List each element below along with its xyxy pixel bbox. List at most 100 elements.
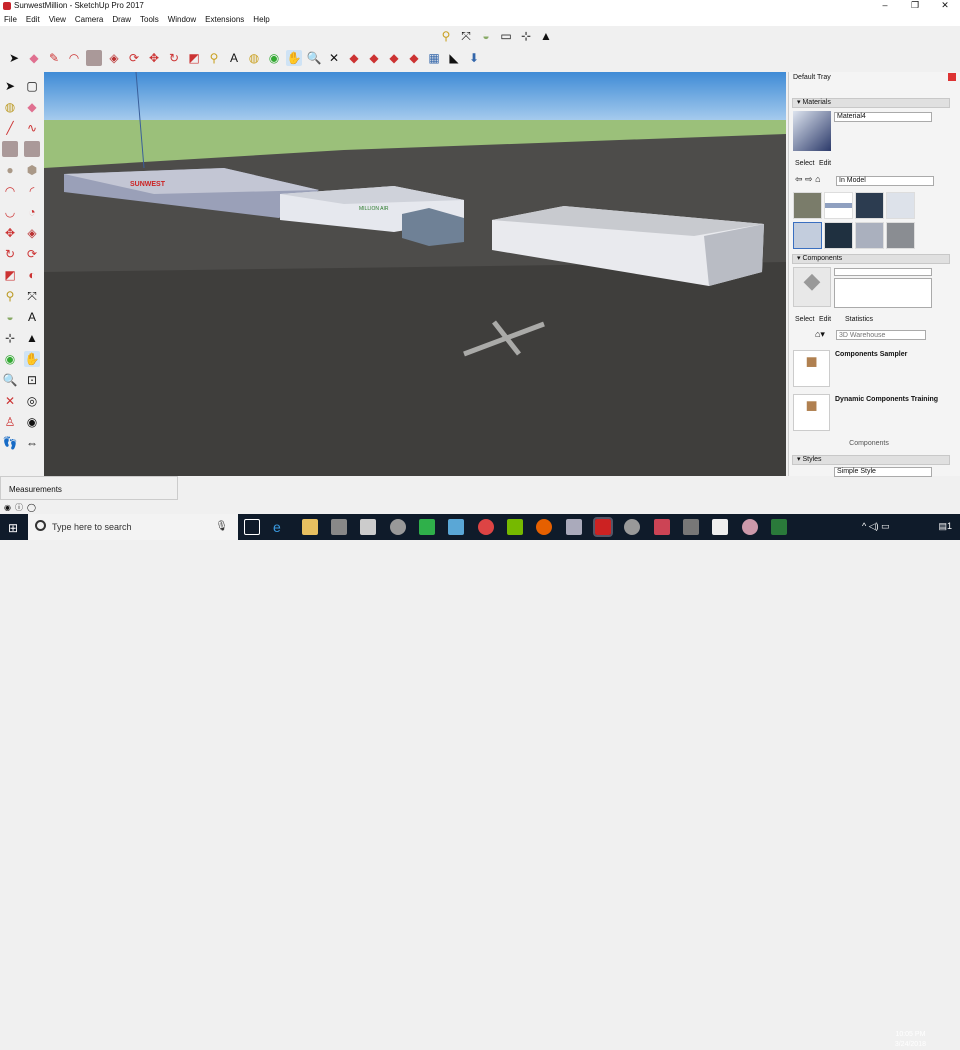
tape-measure-icon[interactable]: ⚲ <box>206 50 222 66</box>
push-pull-icon[interactable]: ◈ <box>24 225 40 241</box>
component-name-field[interactable] <box>834 268 932 276</box>
move-icon[interactable]: ✥ <box>2 225 18 241</box>
edge-icon[interactable]: e <box>273 519 289 535</box>
photo-textures-icon[interactable]: ⬇ <box>466 50 482 66</box>
material-swatch-selected[interactable] <box>793 222 822 249</box>
styles-header[interactable]: ▾ Styles <box>792 455 950 465</box>
close-button[interactable]: ✕ <box>930 0 960 13</box>
app-icon[interactable] <box>419 519 435 535</box>
materials-tab-edit[interactable]: Edit <box>819 160 831 167</box>
notifications-icon[interactable]: ▤1 <box>938 521 952 532</box>
pan-icon[interactable]: ✋ <box>24 351 40 367</box>
material-name-field[interactable]: Material4 <box>834 112 932 122</box>
move-icon[interactable]: ✥ <box>146 50 162 66</box>
material-swatch[interactable] <box>886 222 915 249</box>
material-swatch[interactable] <box>793 192 822 219</box>
firefox-icon[interactable] <box>536 519 552 535</box>
eraser-icon[interactable]: ◆ <box>24 99 40 115</box>
zoom-window-icon[interactable]: ⊡ <box>24 372 40 388</box>
rectangle-icon[interactable] <box>2 141 18 157</box>
warehouse-icon[interactable]: ◆ <box>346 50 362 66</box>
3d-text-icon[interactable]: ▲ <box>538 28 554 44</box>
material-swatch[interactable] <box>886 192 915 219</box>
chrome-icon[interactable] <box>478 519 494 535</box>
materials-tab-select[interactable]: Select <box>795 160 814 167</box>
scale-icon[interactable]: ◩ <box>186 50 202 66</box>
3d-text-icon[interactable]: ▲ <box>24 330 40 346</box>
position-camera-icon[interactable]: ♙ <box>2 414 18 430</box>
component-description-field[interactable] <box>834 278 932 308</box>
arc-icon[interactable]: ◠ <box>66 50 82 66</box>
tray-close-icon[interactable] <box>948 73 956 81</box>
follow-me-icon[interactable]: ⟳ <box>24 246 40 262</box>
maximize-button[interactable]: ❐ <box>900 0 930 13</box>
circle-icon[interactable]: ● <box>2 162 18 178</box>
follow-me-icon[interactable]: ⟳ <box>126 50 142 66</box>
rectangle-icon[interactable] <box>86 50 102 66</box>
materials-header[interactable]: ▾ Materials <box>792 98 950 108</box>
arc-icon[interactable]: ◠ <box>2 183 18 199</box>
zoom-extents-icon[interactable]: ✕ <box>2 393 18 409</box>
material-swatch[interactable] <box>824 192 853 219</box>
text-icon[interactable]: A <box>226 50 242 66</box>
walk-icon[interactable]: 👣 <box>2 435 18 451</box>
tape-measure-icon[interactable]: ⚲ <box>2 288 18 304</box>
task-view-icon[interactable] <box>244 519 260 535</box>
look-around-icon[interactable]: ◉ <box>24 414 40 430</box>
line-icon[interactable]: ╱ <box>2 120 18 136</box>
material-swatch[interactable] <box>855 192 884 219</box>
add-location-icon[interactable]: ▦ <box>426 50 442 66</box>
system-tray-icons[interactable]: ^ ◁) ▭ <box>862 521 890 532</box>
menu-help[interactable]: Help <box>253 13 269 26</box>
previous-view-icon[interactable]: ◎ <box>24 393 40 409</box>
3d-viewport[interactable]: SUNWEST MILLION AIR <box>44 72 786 476</box>
share-component-icon[interactable]: ◆ <box>386 50 402 66</box>
components-tab-select[interactable]: Select <box>795 316 814 323</box>
menu-view[interactable]: View <box>49 13 66 26</box>
rotate-icon[interactable]: ↻ <box>2 246 18 262</box>
taskbar-search[interactable]: Type here to search 🎙 <box>28 514 238 540</box>
two-point-arc-icon[interactable]: ◜ <box>24 183 40 199</box>
mail-icon[interactable] <box>360 519 376 535</box>
app-icon[interactable] <box>624 519 640 535</box>
user-icon[interactable]: ◯ <box>27 503 36 512</box>
sketchup-taskbar-icon[interactable] <box>593 517 613 537</box>
select-icon[interactable]: ➤ <box>2 78 18 94</box>
material-swatch[interactable] <box>824 222 853 249</box>
geo-location-icon[interactable]: ◉ <box>4 503 11 512</box>
offset-icon[interactable]: ◐ <box>24 267 40 283</box>
axes-icon[interactable]: ⊹ <box>518 28 534 44</box>
push-pull-icon[interactable]: ◈ <box>106 50 122 66</box>
measurements-box[interactable]: Measurements <box>0 476 178 500</box>
app-icon[interactable] <box>331 519 347 535</box>
pie-icon[interactable]: ◔ <box>24 204 40 220</box>
zoom-extents-icon[interactable]: ✕ <box>326 50 342 66</box>
protractor-icon[interactable]: ◒ <box>2 309 18 325</box>
menu-extensions[interactable]: Extensions <box>205 13 244 26</box>
app-icon[interactable] <box>448 519 464 535</box>
app-icon[interactable] <box>683 519 699 535</box>
material-swatch[interactable] <box>855 222 884 249</box>
menu-draw[interactable]: Draw <box>112 13 131 26</box>
menu-file[interactable]: File <box>4 13 17 26</box>
app-icon[interactable] <box>771 519 787 535</box>
home-icon[interactable]: ⌂▾ <box>815 329 825 340</box>
make-component-icon[interactable]: ▢ <box>24 78 40 94</box>
minimize-button[interactable]: – <box>870 0 900 13</box>
tape-measure-icon[interactable]: ⚲ <box>438 28 454 44</box>
section-plane-icon[interactable]: ⇔ <box>24 435 40 451</box>
menu-camera[interactable]: Camera <box>75 13 103 26</box>
pencil-icon[interactable]: ✎ <box>46 50 62 66</box>
file-explorer-icon[interactable] <box>302 519 318 535</box>
protractor-icon[interactable]: ◒ <box>478 28 494 44</box>
extension-warehouse-icon[interactable]: ◆ <box>406 50 422 66</box>
components-tab-statistics[interactable]: Statistics <box>845 316 873 323</box>
three-point-arc-icon[interactable]: ◡ <box>2 204 18 220</box>
menu-tools[interactable]: Tools <box>140 13 159 26</box>
components-header[interactable]: ▾ Components <box>792 254 950 264</box>
warehouse-search-input[interactable] <box>836 330 926 340</box>
dimension-icon[interactable]: ⤧ <box>24 288 40 304</box>
app-icon[interactable] <box>742 519 758 535</box>
clock[interactable]: 10:05 PM 3/24/2018 <box>895 1030 926 1050</box>
credits-icon[interactable]: ⓘ <box>15 502 23 513</box>
